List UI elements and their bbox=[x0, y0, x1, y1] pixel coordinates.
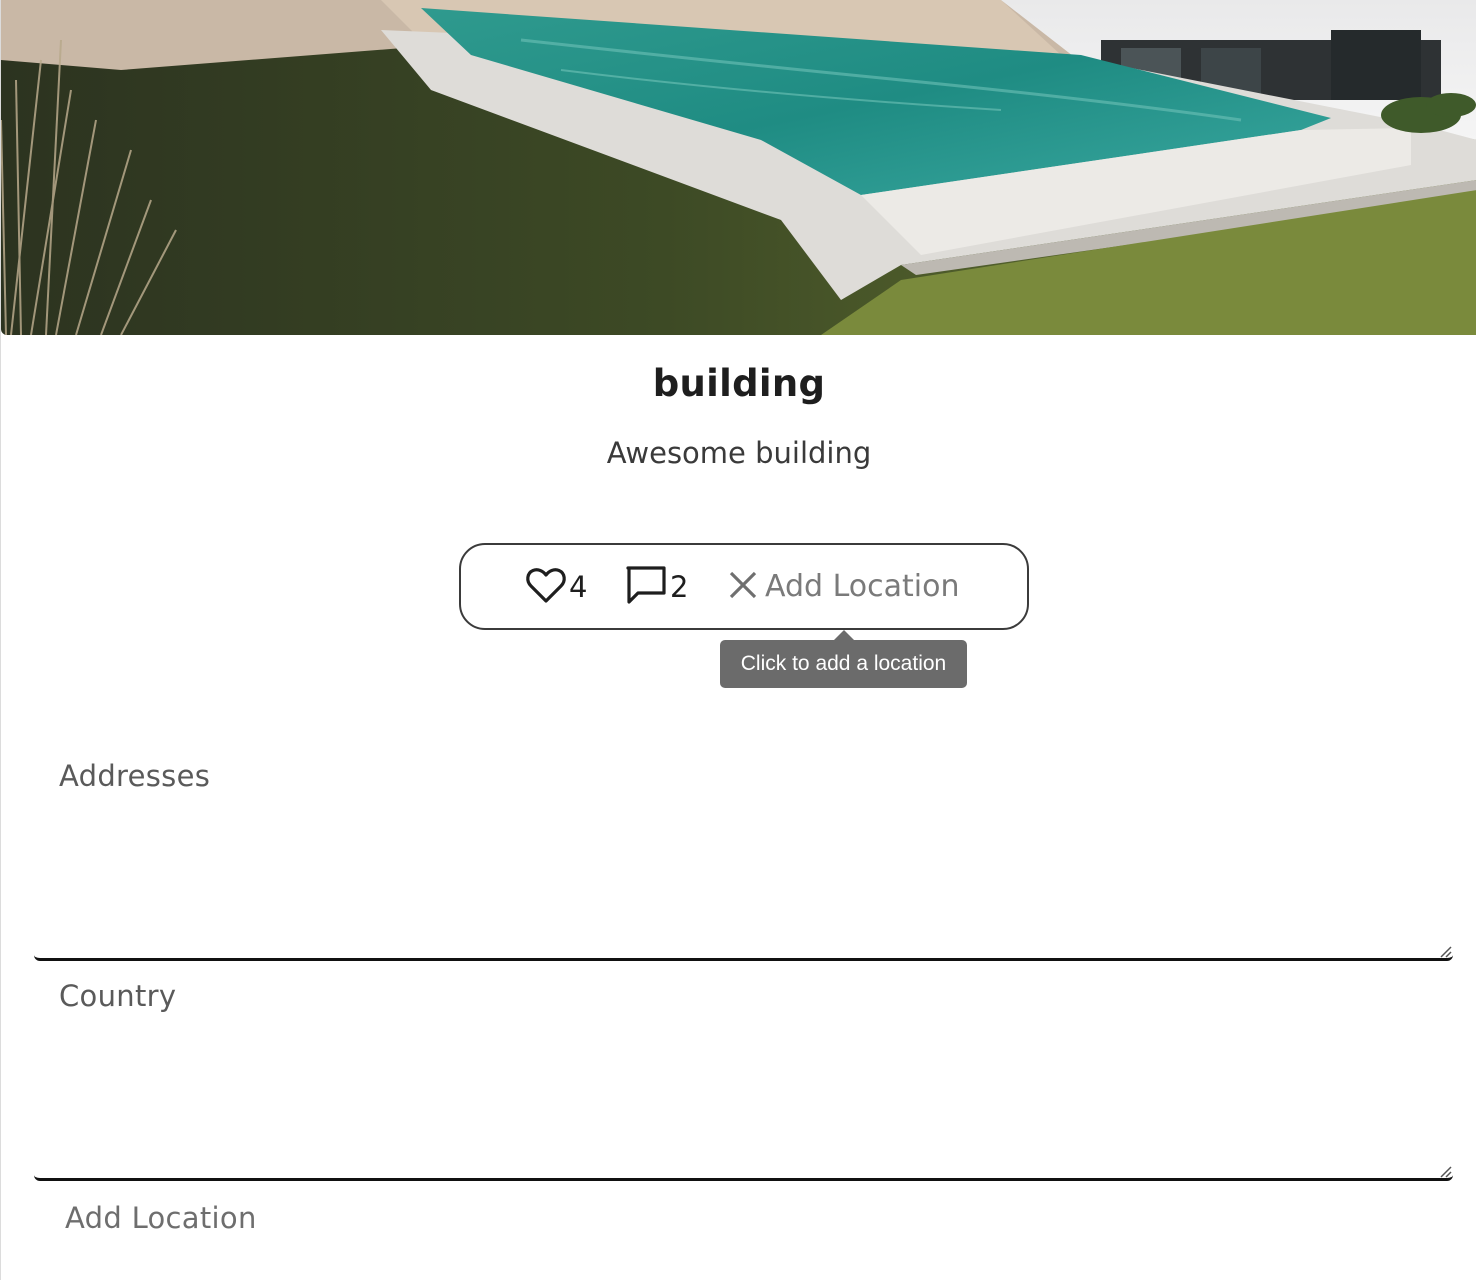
pool-photo bbox=[1, 0, 1476, 335]
heart-icon bbox=[525, 565, 567, 609]
add-location-label: Add Location bbox=[765, 569, 960, 604]
post-title: building bbox=[652, 362, 826, 405]
comment-button[interactable]: 2 bbox=[624, 545, 688, 628]
post-card: building Awesome building 4 2 Add Locati… bbox=[0, 0, 1476, 1280]
country-textarea[interactable] bbox=[34, 1030, 1453, 1181]
likes-count: 4 bbox=[569, 569, 588, 604]
addresses-textarea[interactable] bbox=[34, 810, 1453, 961]
comment-icon bbox=[624, 563, 668, 611]
addresses-label: Addresses bbox=[59, 759, 211, 793]
country-resize-handle[interactable] bbox=[1438, 1164, 1452, 1178]
close-icon bbox=[727, 569, 759, 605]
post-image bbox=[1, 0, 1476, 335]
addresses-resize-handle[interactable] bbox=[1438, 944, 1452, 958]
add-location-button[interactable]: Add Location bbox=[727, 545, 960, 628]
add-location-submit[interactable]: Add Location bbox=[65, 1201, 257, 1235]
add-location-tooltip: Click to add a location bbox=[720, 640, 967, 688]
post-description: Awesome building bbox=[606, 436, 872, 470]
post-actions-bar: 4 2 Add Location bbox=[459, 543, 1029, 630]
like-button[interactable]: 4 bbox=[525, 545, 587, 628]
country-label: Country bbox=[59, 979, 177, 1013]
comments-count: 2 bbox=[670, 569, 689, 604]
